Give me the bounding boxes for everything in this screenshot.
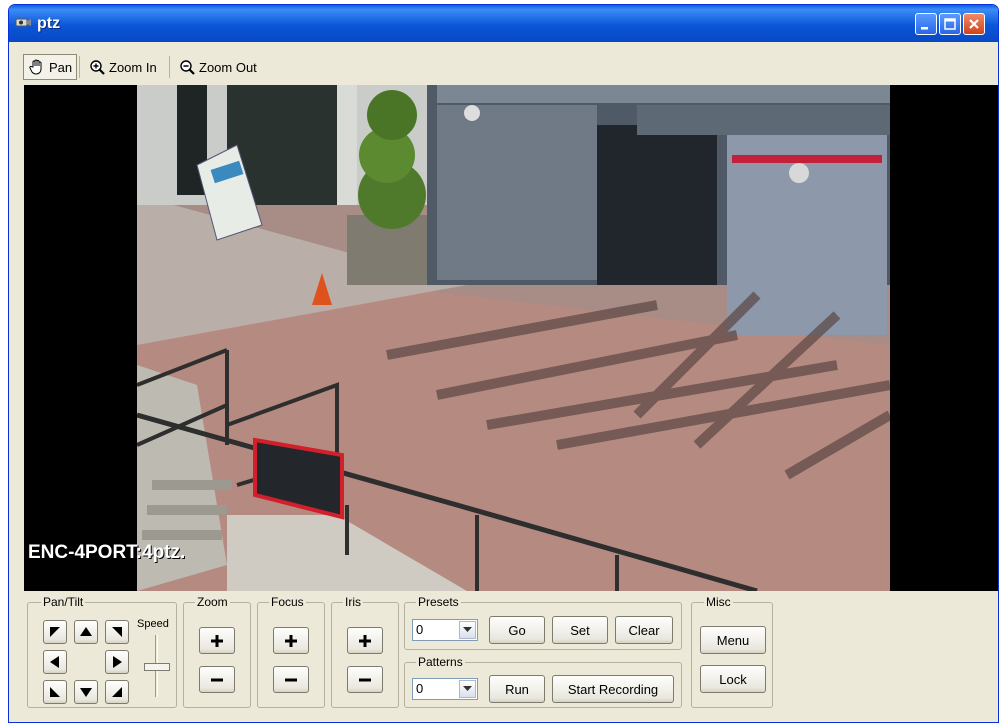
camera-scene	[137, 85, 890, 591]
plus-icon	[285, 634, 297, 647]
iris-group: Iris	[331, 595, 399, 708]
arrow-left-icon	[50, 656, 59, 668]
minimize-icon	[921, 27, 928, 30]
iris-plus-button[interactable]	[347, 627, 383, 654]
focus-minus-button[interactable]	[273, 666, 309, 693]
camera-overlay-label: ENC-4PORT:4ptz.	[28, 542, 186, 563]
speed-slider[interactable]	[144, 635, 170, 701]
maximize-icon	[944, 18, 956, 30]
zoom-minus-button[interactable]	[199, 666, 235, 693]
zoom-out-tool-label: Zoom Out	[199, 59, 257, 75]
speed-label: Speed	[137, 618, 169, 630]
zoom-label: Zoom	[195, 595, 230, 609]
close-button[interactable]	[963, 13, 985, 35]
iris-minus-button[interactable]	[347, 666, 383, 693]
pan-down-right-button[interactable]	[105, 680, 129, 704]
arrow-down-icon	[80, 688, 92, 697]
lock-button[interactable]: Lock	[700, 665, 766, 693]
start-recording-button[interactable]: Start Recording	[552, 675, 674, 703]
arrow-down-left-icon	[50, 687, 60, 697]
preset-select-value: 0	[416, 622, 424, 637]
pan-tilt-group: Pan/Tilt Speed	[27, 595, 177, 708]
preset-clear-button[interactable]: Clear	[615, 616, 673, 644]
pan-tool-label: Pan	[49, 59, 73, 75]
focus-plus-button[interactable]	[273, 627, 309, 654]
zoom-in-tool-button[interactable]: Zoom In	[85, 54, 161, 80]
speed-slider-thumb[interactable]	[144, 663, 170, 671]
focus-group: Focus	[257, 595, 325, 708]
preset-select[interactable]: 0	[412, 619, 478, 641]
patterns-label: Patterns	[416, 655, 465, 669]
hand-icon	[29, 59, 42, 75]
preset-go-button[interactable]: Go	[489, 616, 545, 644]
pattern-select-value: 0	[416, 681, 424, 696]
iris-label: Iris	[343, 595, 363, 609]
pattern-run-button[interactable]: Run	[489, 675, 545, 703]
arrow-up-icon	[80, 627, 92, 636]
zoom-in-tool-label: Zoom In	[109, 59, 157, 75]
minimize-button[interactable]	[915, 13, 937, 35]
maximize-button[interactable]	[939, 13, 961, 35]
zoom-out-tool-button[interactable]: Zoom Out	[175, 54, 261, 80]
pan-up-left-button[interactable]	[43, 620, 67, 644]
pan-up-right-button[interactable]	[105, 620, 129, 644]
zoom-group: Zoom	[183, 595, 251, 708]
pan-left-button[interactable]	[43, 650, 67, 674]
camera-icon	[15, 18, 31, 27]
toolbar-separator	[79, 56, 80, 78]
zoom-plus-button[interactable]	[199, 627, 235, 654]
plus-icon	[211, 634, 223, 647]
plus-icon	[359, 634, 371, 647]
menu-button[interactable]: Menu	[700, 626, 766, 654]
misc-label: Misc	[704, 595, 733, 609]
ptz-window: ptz Pan Zoom In Zoom Out ENC-4PORT:4ptz.…	[8, 4, 999, 723]
pan-down-left-button[interactable]	[43, 680, 67, 704]
preset-set-button[interactable]: Set	[552, 616, 608, 644]
arrow-down-right-icon	[112, 687, 122, 697]
window-title: ptz	[37, 15, 61, 32]
arrow-up-left-icon	[50, 627, 60, 637]
focus-label: Focus	[269, 595, 306, 609]
chevron-down-icon[interactable]	[459, 621, 476, 639]
minus-icon	[211, 678, 223, 681]
pan-tool-button[interactable]: Pan	[23, 54, 78, 80]
title-bar[interactable]: ptz	[9, 5, 998, 42]
video-viewport[interactable]: ENC-4PORT:4ptz.	[24, 85, 998, 591]
chevron-down-icon[interactable]	[459, 680, 476, 698]
arrow-right-icon	[113, 656, 122, 668]
tilt-up-button[interactable]	[74, 620, 98, 644]
arrow-up-right-icon	[112, 627, 122, 637]
pan-right-button[interactable]	[105, 650, 129, 674]
toolbar-separator	[169, 56, 170, 78]
close-icon	[969, 19, 979, 29]
zoom-out-icon	[180, 59, 195, 75]
tilt-down-button[interactable]	[74, 680, 98, 704]
zoom-in-icon	[90, 59, 105, 75]
toolbar: Pan Zoom In Zoom Out	[9, 42, 998, 83]
misc-group: Misc Menu Lock	[691, 595, 773, 708]
presets-group: Presets 0 Go Set Clear	[404, 595, 682, 650]
pan-tilt-label: Pan/Tilt	[41, 595, 86, 609]
camera-feed-image[interactable]	[137, 85, 890, 591]
minus-icon	[359, 678, 371, 681]
minus-icon	[285, 678, 297, 681]
pattern-select[interactable]: 0	[412, 678, 478, 700]
presets-label: Presets	[416, 595, 461, 609]
patterns-group: Patterns 0 Run Start Recording	[404, 655, 682, 708]
